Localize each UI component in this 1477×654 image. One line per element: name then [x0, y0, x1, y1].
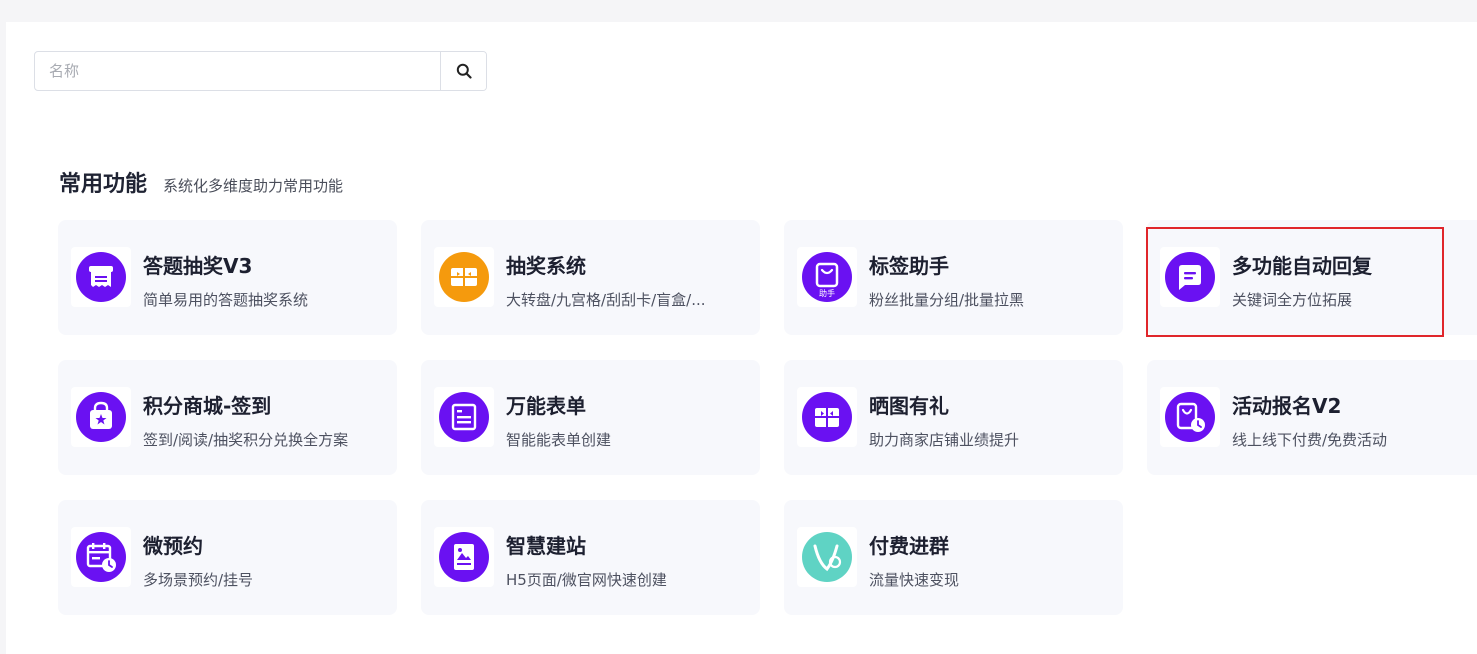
card-title: 微预约	[143, 534, 203, 558]
section-header: 常用功能 系统化多维度助力常用功能	[59, 166, 343, 198]
gift-icon	[797, 387, 857, 447]
calendar-clock-icon	[71, 527, 131, 587]
card-title: 抽奖系统	[506, 254, 586, 278]
card-desc: 多场景预约/挂号	[143, 571, 254, 589]
section-subtitle: 系统化多维度助力常用功能	[163, 177, 344, 195]
card-quiz-lottery[interactable]: 答题抽奖V3 简单易用的答题抽奖系统	[58, 220, 397, 335]
shopping-bag-icon	[71, 387, 131, 447]
card-title: 答题抽奖V3	[143, 254, 253, 278]
card-desc: 粉丝批量分组/批量拉黑	[869, 291, 1025, 309]
search-bar	[34, 51, 487, 91]
card-desc: 助力商家店铺业绩提升	[869, 431, 1020, 449]
gift-card-icon	[434, 247, 494, 307]
card-universal-form[interactable]: 万能表单 智能能表单创建	[421, 360, 760, 475]
card-lottery-system[interactable]: 抽奖系统 大转盘/九宫格/刮刮卡/盲盒/...	[421, 220, 760, 335]
card-auto-reply[interactable]: 多功能自动回复 关键词全方位拓展	[1147, 220, 1477, 335]
card-desc: 智能能表单创建	[506, 431, 612, 449]
card-desc: 关键词全方位拓展	[1232, 291, 1353, 309]
section-title: 常用功能	[59, 172, 148, 197]
tag-helper-badge: 助手	[819, 288, 835, 298]
card-title: 付费进群	[869, 534, 949, 558]
card-title: 万能表单	[506, 394, 586, 418]
card-title: 晒图有礼	[869, 394, 949, 418]
quiz-lottery-icon	[71, 247, 131, 307]
card-points-mall[interactable]: 积分商城-签到 签到/阅读/抽奖积分兑换全方案	[58, 360, 397, 475]
card-title: 智慧建站	[506, 534, 586, 558]
card-desc: 大转盘/九宫格/刮刮卡/盲盒/...	[506, 291, 706, 309]
search-button[interactable]	[440, 52, 486, 90]
search-icon	[456, 63, 472, 79]
card-desc: 流量快速变现	[869, 571, 960, 589]
card-desc: 线上线下付费/免费活动	[1232, 431, 1388, 449]
card-title: 标签助手	[869, 254, 949, 278]
card-site-builder[interactable]: 智慧建站 H5页面/微官网快速创建	[421, 500, 760, 615]
card-event-signup[interactable]: 活动报名V2 线上线下付费/免费活动	[1147, 360, 1477, 475]
tag-helper-icon: 助手	[797, 247, 857, 307]
card-title: 活动报名V2	[1232, 394, 1342, 418]
chat-reply-icon	[1160, 247, 1220, 307]
card-paid-group[interactable]: 付费进群 流量快速变现	[784, 500, 1123, 615]
card-desc: H5页面/微官网快速创建	[506, 571, 667, 589]
search-input[interactable]	[35, 52, 440, 90]
paid-group-icon	[797, 527, 857, 587]
card-photo-gift[interactable]: 晒图有礼 助力商家店铺业绩提升	[784, 360, 1123, 475]
signup-clock-icon	[1160, 387, 1220, 447]
card-tag-helper[interactable]: 助手 标签助手 粉丝批量分组/批量拉黑	[784, 220, 1123, 335]
card-desc: 简单易用的答题抽奖系统	[143, 291, 309, 309]
card-title: 积分商城-签到	[143, 394, 272, 418]
card-title: 多功能自动回复	[1232, 254, 1372, 278]
card-desc: 签到/阅读/抽奖积分兑换全方案	[143, 431, 349, 449]
card-micro-booking[interactable]: 微预约 多场景预约/挂号	[58, 500, 397, 615]
site-builder-icon	[434, 527, 494, 587]
form-icon	[434, 387, 494, 447]
